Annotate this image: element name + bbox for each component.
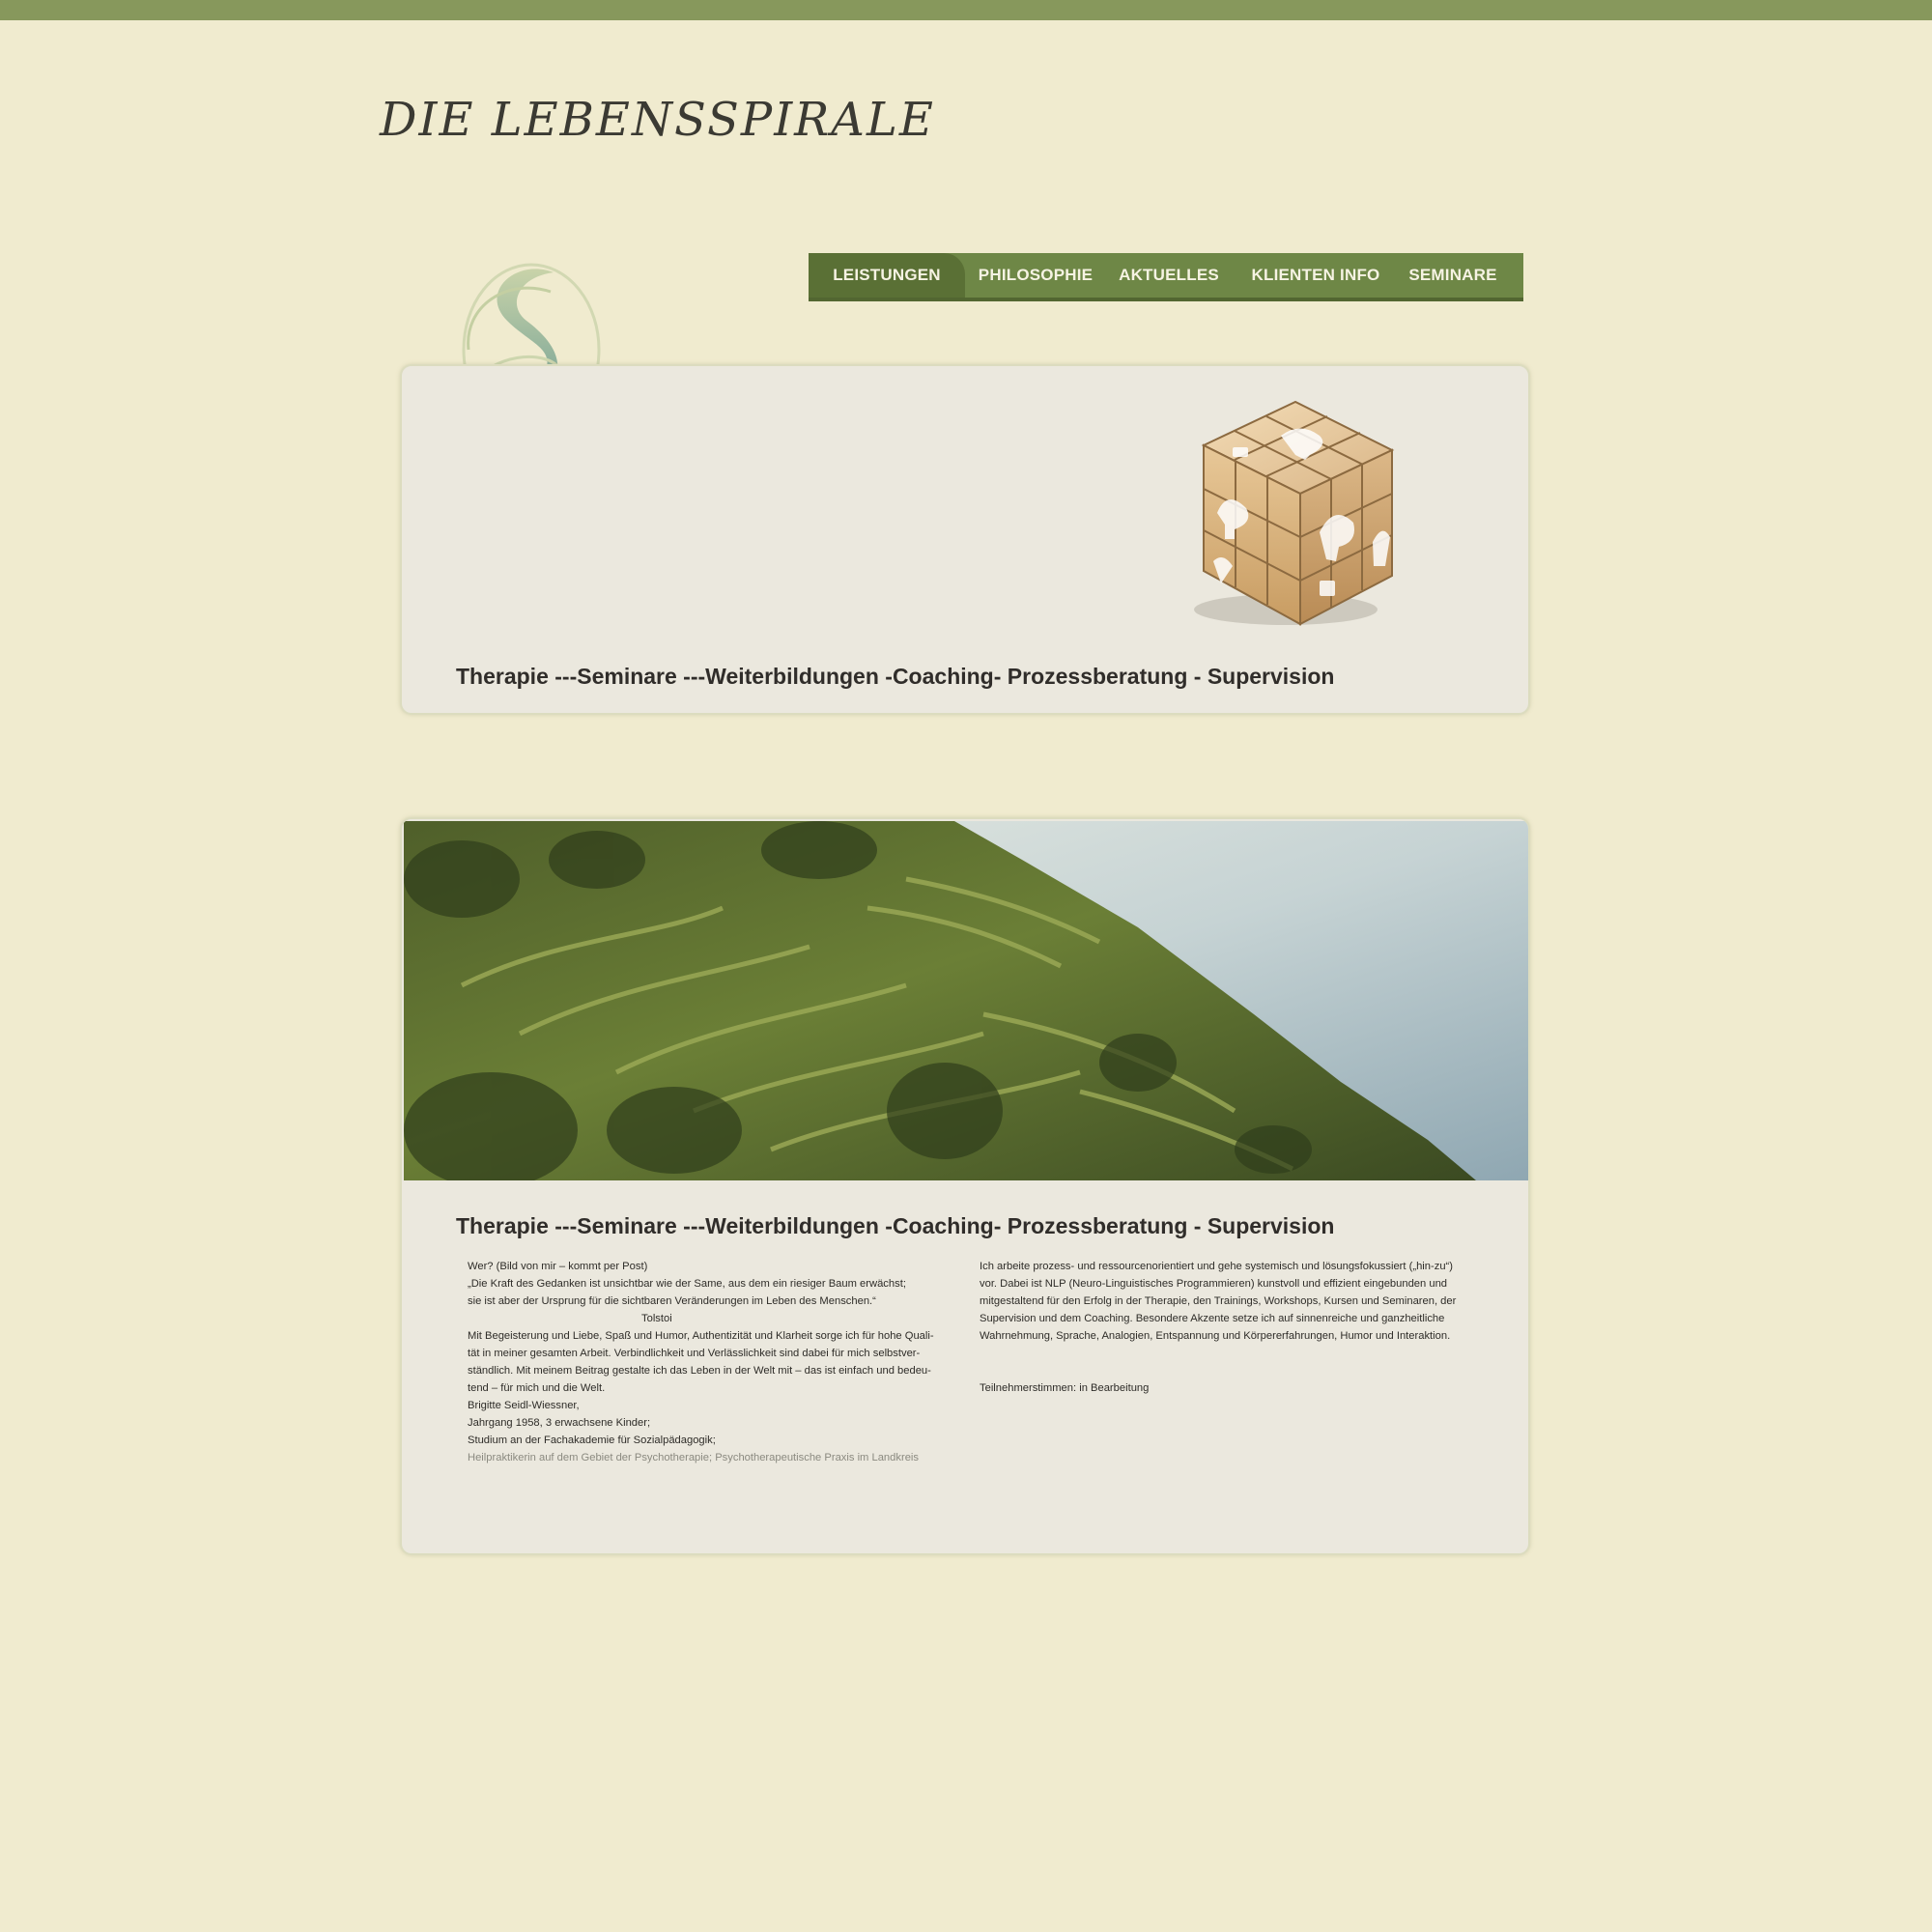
text-line: tend – für mich und die Welt. xyxy=(468,1382,606,1394)
nav-item-seminare[interactable]: SEMINARE xyxy=(1400,253,1506,298)
question-cube-image xyxy=(1194,400,1395,626)
text-line: Ich arbeite prozess- und ressourcenorien… xyxy=(980,1261,1453,1272)
text-line: Wer? (Bild von mir – kommt per Post) xyxy=(468,1261,648,1272)
text-line: Supervision und dem Coaching. Besondere … xyxy=(980,1313,1445,1324)
text-line: Wahrnehmung, Sprache, Analogien, Entspan… xyxy=(980,1330,1451,1342)
text-line: tät in meiner gesamten Arbeit. Verbindli… xyxy=(468,1348,921,1359)
nav-item-aktuelles[interactable]: AKTUELLES xyxy=(1116,253,1222,298)
nav-item-klienten-info[interactable]: KLIENTEN INFO xyxy=(1248,253,1383,298)
text-line: Mit Begeisterung und Liebe, Spaß und Hum… xyxy=(468,1330,934,1342)
quote-line: „Die Kraft des Gedanken ist unsichtbar w… xyxy=(468,1278,906,1290)
nav-item-leistungen[interactable]: LEISTUNGEN xyxy=(809,253,965,298)
content-panel: Therapie ---Seminare ---Weiterbildungen … xyxy=(400,817,1530,1555)
text-line: Studium an der Fachakademie für Sozialpä… xyxy=(468,1435,716,1446)
top-accent-bar xyxy=(0,0,1932,20)
about-text-column: Wer? (Bild von mir – kommt per Post) „Di… xyxy=(468,1258,960,1466)
terraced-coast-photo xyxy=(404,821,1528,1180)
text-line: ständlich. Mit meinem Beitrag gestalte i… xyxy=(468,1365,931,1377)
text-line: Brigitte Seidl-Wiessner, xyxy=(468,1400,580,1411)
testimonials-line: Teilnehmerstimmen: in Bearbeitung xyxy=(980,1382,1150,1394)
quote-line: sie ist aber der Ursprung für die sichtb… xyxy=(468,1295,876,1307)
text-line: Jahrgang 1958, 3 erwachsene Kinder; xyxy=(468,1417,651,1429)
text-line: mitgestaltend für den Erfolg in der Ther… xyxy=(980,1295,1457,1307)
quote-author: Tolstoi xyxy=(641,1313,672,1324)
method-text-column: Ich arbeite prozess- und ressourcenorien… xyxy=(980,1258,1472,1397)
content-tagline: Therapie ---Seminare ---Weiterbildungen … xyxy=(456,1213,1335,1238)
text-line: vor. Dabei ist NLP (Neuro-Linguistisches… xyxy=(980,1278,1448,1290)
hero-tagline: Therapie ---Seminare ---Weiterbildungen … xyxy=(456,664,1335,689)
main-navigation: LEISTUNGEN PHILOSOPHIE AKTUELLES KLIENTE… xyxy=(809,253,1523,301)
nav-item-philosophie[interactable]: PHILOSOPHIE xyxy=(973,253,1098,298)
text-line: Heilpraktikerin auf dem Gebiet der Psych… xyxy=(468,1452,919,1463)
site-logo[interactable]: DIE LEBENSSPIRALE xyxy=(380,93,935,147)
hero-panel: Therapie ---Seminare ---Weiterbildungen … xyxy=(400,364,1530,715)
